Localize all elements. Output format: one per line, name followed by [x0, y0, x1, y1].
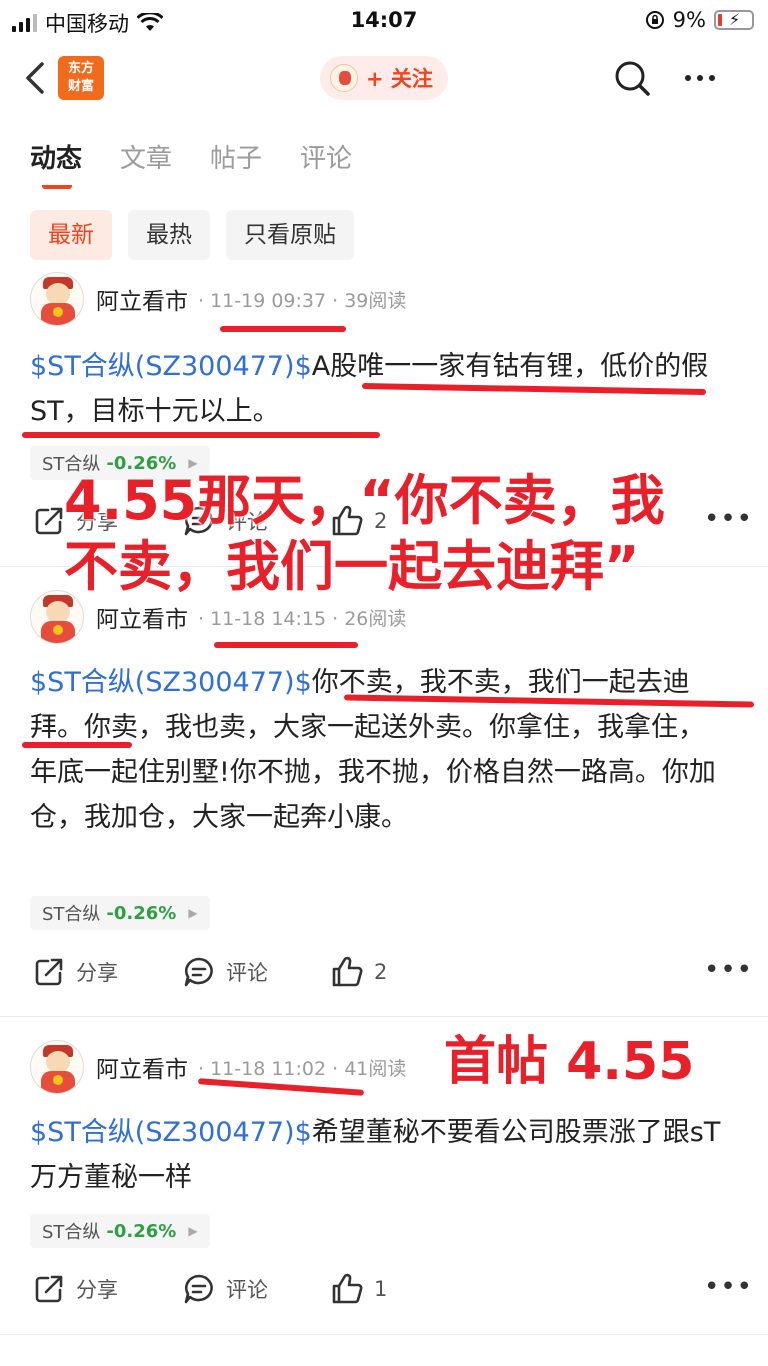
share-icon: [35, 1275, 63, 1303]
annotation-first-post: 首帖 4.55: [444, 1032, 695, 1092]
share-label: 分享: [76, 1278, 118, 1302]
comment-label: 评论: [226, 1278, 268, 1302]
like-button[interactable]: 1: [330, 1272, 387, 1306]
filter-chips: 最新 最热 只看原贴: [30, 210, 354, 260]
post-actions: 分享 评论 1 •••: [32, 1272, 752, 1312]
post-more-icon[interactable]: •••: [704, 504, 753, 534]
like-button[interactable]: 2: [330, 955, 387, 989]
filter-hottest[interactable]: 最热: [128, 210, 210, 260]
avatar[interactable]: [30, 1040, 84, 1094]
status-right: 9% ⚡: [645, 8, 754, 32]
thumbs-up-icon: [332, 956, 363, 987]
share-icon: [35, 958, 63, 986]
stock-link[interactable]: $ST合纵(SZ300477)$: [30, 667, 312, 698]
back-icon[interactable]: [20, 56, 60, 100]
annotation-line2: 不卖，我们一起去迪拜”: [64, 535, 640, 598]
stock-tag[interactable]: ST合纵 -0.26% ▶: [30, 896, 210, 930]
stock-tag[interactable]: ST合纵 -0.26% ▶: [30, 1214, 210, 1248]
annotation-line1: 4.55那天，“你不卖，我: [64, 469, 665, 532]
tab-dynamic[interactable]: 动态: [30, 138, 82, 189]
author-name[interactable]: 阿立看市: [96, 282, 188, 316]
annotation-underline: [214, 642, 358, 648]
nav-bar: 东方 财富 + 关注: [0, 46, 768, 110]
follow-label: + 关注: [366, 67, 433, 91]
stock-tag-name: ST合纵: [42, 904, 101, 925]
post-body[interactable]: $ST合纵(SZ300477)$希望董秘不要看公司股票涨了跟sT万方董秘一样: [30, 1110, 730, 1200]
post-author-row: 阿立看市 · 11-19 09:37 · 39阅读: [30, 272, 406, 326]
follow-button[interactable]: + 关注: [320, 56, 448, 100]
stock-tag-change: -0.26%: [106, 902, 177, 924]
content-tabs: 动态 文章 帖子 评论: [30, 138, 352, 189]
battery-icon: ⚡: [714, 10, 754, 30]
search-icon[interactable]: [612, 58, 652, 98]
avatar[interactable]: [30, 272, 84, 326]
comment-icon: [184, 957, 213, 987]
author-name[interactable]: 阿立看市: [96, 600, 188, 634]
chevron-right-icon: ▶: [188, 1224, 198, 1238]
tab-articles[interactable]: 文章: [120, 138, 172, 189]
thumbs-up-icon: [332, 1273, 363, 1304]
stock-link[interactable]: $ST合纵(SZ300477)$: [30, 351, 312, 382]
comment-icon: [184, 1274, 213, 1304]
more-icon[interactable]: [680, 58, 720, 98]
tab-comments[interactable]: 评论: [300, 138, 352, 189]
post-author-row: 阿立看市 · 11-18 11:02 · 41阅读: [30, 1040, 406, 1094]
stock-tag-change: -0.26%: [106, 1220, 177, 1242]
post-more-icon[interactable]: •••: [704, 1272, 753, 1302]
annotation-underline: [220, 326, 346, 332]
share-button[interactable]: 分享: [32, 1272, 118, 1306]
stock-tag-name: ST合纵: [42, 1222, 101, 1243]
like-count: 2: [374, 960, 388, 984]
share-button[interactable]: 分享: [32, 955, 118, 989]
post-more-icon[interactable]: •••: [704, 955, 753, 985]
like-count: 1: [374, 1277, 388, 1301]
logo-line1: 东方: [67, 61, 94, 76]
filter-latest[interactable]: 最新: [30, 210, 112, 260]
post-divider: [0, 1016, 768, 1017]
post-divider: [0, 1334, 768, 1335]
post-meta: · 11-19 09:37 · 39阅读: [198, 289, 407, 312]
share-label: 分享: [76, 961, 118, 985]
comment-button[interactable]: 评论: [182, 1272, 268, 1306]
share-icon: [35, 507, 63, 535]
author-mini-avatar: [330, 64, 358, 92]
post-body[interactable]: $ST合纵(SZ300477)$你不卖，我不卖，我们一起去迪拜。你卖，我也卖，大…: [30, 660, 730, 840]
status-bar: 中国移动 14:07 9% ⚡: [0, 0, 768, 40]
comment-label: 评论: [226, 961, 268, 985]
annotation-underline: [22, 432, 380, 438]
post-meta: · 11-18 11:02 · 41阅读: [198, 1057, 407, 1080]
battery-percent: 9%: [672, 8, 706, 32]
tab-posts[interactable]: 帖子: [210, 138, 262, 189]
comment-button[interactable]: 评论: [182, 955, 268, 989]
post-actions: 分享 评论 2 •••: [32, 955, 752, 995]
stock-link[interactable]: $ST合纵(SZ300477)$: [30, 1117, 312, 1148]
annotation-overlay-main: 4.55那天，“你不卖，我 不卖，我们一起去迪拜”: [64, 468, 665, 600]
app-logo: 东方 财富: [58, 56, 104, 100]
author-name[interactable]: 阿立看市: [96, 1050, 188, 1084]
annotation-underline: [22, 742, 132, 748]
chevron-right-icon: ▶: [188, 906, 198, 920]
logo-line2: 财富: [67, 79, 94, 94]
orientation-lock-icon: [645, 11, 664, 29]
filter-original-only[interactable]: 只看原贴: [226, 210, 354, 260]
post-meta: · 11-18 14:15 · 26阅读: [198, 607, 407, 630]
